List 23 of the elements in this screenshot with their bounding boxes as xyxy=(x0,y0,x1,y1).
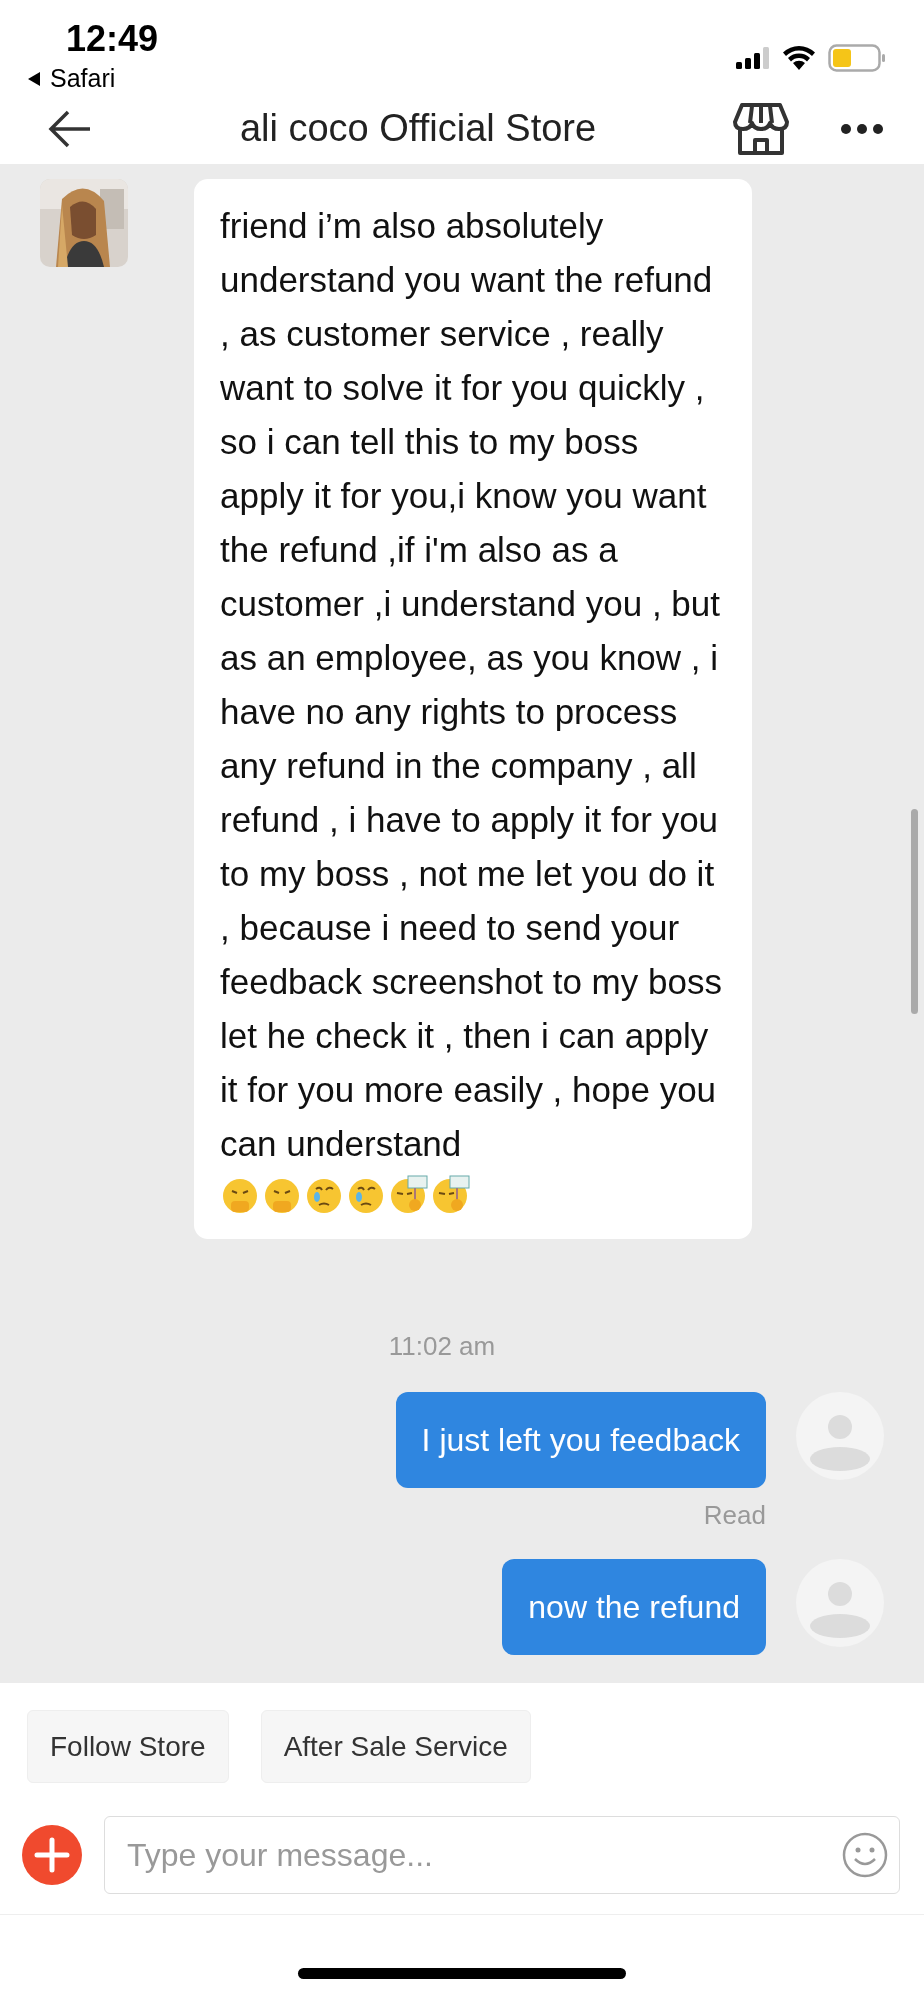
message-bubble: now the refund xyxy=(502,1559,766,1655)
back-app-link[interactable]: Safari xyxy=(50,64,116,93)
user-avatar-icon xyxy=(796,1559,884,1647)
back-triangle-icon[interactable] xyxy=(26,70,42,87)
message-bubble: I just left you feedback xyxy=(395,1392,766,1488)
message-text: friend i’m also absolutely understand you want the refund , as customer service , really want to solve it for you quickly , so i can tell this to my boss apply it for you,i know you want the refund ,if i'm also as a customer ,i understand you , but as an employee, as you know , i have no any rights to process any refund in the company , all refund , i have to apply it for you to my boss , not me let you do it , because i need to send your feedback screenshot to my boss let he check it , then i can apply it for you more easily , hope you can understand xyxy=(220,205,722,1165)
sign-holding-emoji-icon xyxy=(388,1175,428,1215)
wifi-icon xyxy=(782,46,816,70)
message-input-field[interactable]: Type your message... xyxy=(104,1816,900,1894)
more-icon[interactable] xyxy=(840,122,884,135)
emoji-icon[interactable] xyxy=(842,1832,888,1878)
signal-icon xyxy=(736,47,770,69)
battery-icon xyxy=(828,44,886,72)
user-avatar-icon xyxy=(796,1392,884,1480)
store-title: ali coco Official Store xyxy=(238,107,598,150)
read-status: Read xyxy=(703,1500,766,1531)
sign-holding-emoji-icon xyxy=(430,1175,470,1215)
quick-action-button[interactable]: Follow Store xyxy=(27,1710,229,1783)
message-time: 11:02 am xyxy=(388,1331,496,1361)
add-icon[interactable] xyxy=(22,1825,82,1885)
status-time: 12:49 xyxy=(66,18,159,60)
store-icon[interactable] xyxy=(732,101,790,156)
quick-action-button[interactable]: After Sale Service xyxy=(260,1710,531,1783)
